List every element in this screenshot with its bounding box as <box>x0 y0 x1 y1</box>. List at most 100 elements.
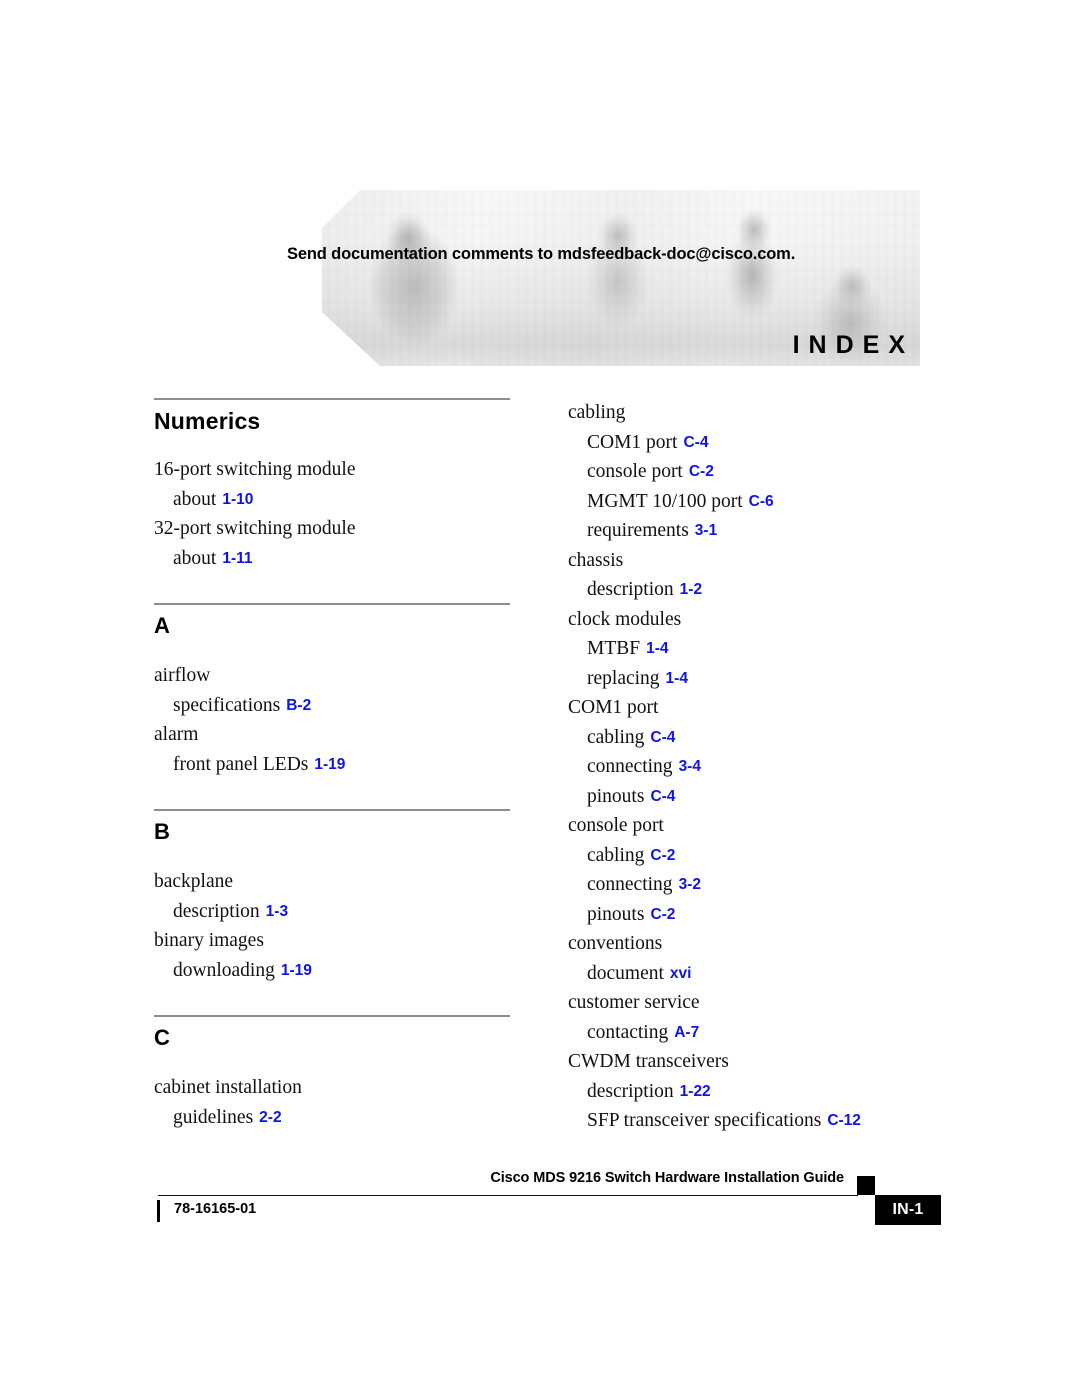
index-entry: chassis <box>568 546 924 576</box>
index-entry-label: cabling <box>587 726 645 748</box>
index-subentry: connecting 3-4 <box>568 752 924 782</box>
index-page-reference[interactable]: 1-2 <box>680 581 702 598</box>
index-page-reference[interactable]: 1-19 <box>314 756 345 773</box>
index-subentry: specifications B-2 <box>154 691 510 721</box>
index-page-reference[interactable]: C-4 <box>650 788 675 805</box>
index-page-reference[interactable]: 1-3 <box>266 903 288 920</box>
index-entry: clock modules <box>568 605 924 635</box>
index-entry: conventions <box>568 929 924 959</box>
index-page-reference[interactable]: C-4 <box>683 434 708 451</box>
index-entry-label: specifications <box>173 694 281 716</box>
index-entry-label: clock modules <box>568 608 682 630</box>
index-page-reference[interactable]: 1-4 <box>666 670 688 687</box>
section-heading: C <box>154 1025 171 1050</box>
index-entry: alarm <box>154 720 510 750</box>
index-page-reference[interactable]: xvi <box>670 965 692 982</box>
index-subentry: description 1-22 <box>568 1077 924 1107</box>
index-entry-label: connecting <box>587 874 673 895</box>
index-entry: CWDM transceivers <box>568 1047 924 1077</box>
index-entry-label: description <box>587 1080 674 1102</box>
index-entry-label: 16-port switching module <box>154 459 356 480</box>
index-entry-label: alarm <box>154 724 199 745</box>
footer-square-marker <box>857 1176 875 1195</box>
index-page-reference[interactable]: 1-10 <box>222 491 253 508</box>
index-subentry: connecting 3-2 <box>568 870 924 900</box>
index-page-reference[interactable]: 3-1 <box>695 522 717 539</box>
index-page-reference[interactable]: B-2 <box>286 697 311 714</box>
section-heading: B <box>154 819 171 844</box>
index-subentry: replacing 1-4 <box>568 664 924 694</box>
footer-divider <box>158 1195 858 1196</box>
index-entry-label: backplane <box>154 871 234 892</box>
index-subentry: cabling C-4 <box>568 723 924 753</box>
index-subentry: SFP transceiver specifications C-12 <box>568 1106 924 1136</box>
index-subentry: MTBF 1-4 <box>568 634 924 664</box>
index-page-reference[interactable]: 1-11 <box>222 550 252 567</box>
page-footer: Cisco MDS 9216 Switch Hardware Installat… <box>0 1170 1080 1240</box>
index-entry-label: MGMT 10/100 port <box>587 490 743 512</box>
index-entry-label: chassis <box>568 549 624 571</box>
index-entry-label: contacting <box>587 1021 669 1043</box>
index-entry-label: cabinet installation <box>154 1077 302 1098</box>
page-header-banner: Send documentation comments to mdsfeedba… <box>287 190 920 366</box>
index-entry-label: description <box>587 579 674 600</box>
index-entry: backplane <box>154 867 510 897</box>
index-page-reference[interactable]: A-7 <box>674 1024 699 1041</box>
footer-document-number: 78-16165-01 <box>174 1201 257 1217</box>
section-divider <box>154 809 510 811</box>
index-entry: binary images <box>154 926 510 956</box>
index-entry-label: 32-port switching module <box>154 518 356 539</box>
index-subentry: downloading 1-19 <box>154 956 510 986</box>
index-entry-label: SFP transceiver specifications <box>587 1110 822 1131</box>
index-subentry: front panel LEDs 1-19 <box>154 750 510 780</box>
index-section: Ccabinet installation guidelines 2-2 <box>154 1015 510 1132</box>
index-entry-label: requirements <box>587 520 689 541</box>
index-page-reference[interactable]: C-6 <box>749 493 774 510</box>
index-entry-label: about <box>173 488 217 510</box>
index-entry: COM1 port <box>568 693 924 723</box>
index-entry-label: COM1 port <box>587 431 678 453</box>
index-section: Aairflow specifications B-2 alarm front pane… <box>154 603 510 779</box>
index-right-column: cabling COM1 port C-4 console port C-2 MGMT 1… <box>568 398 924 1136</box>
index-entry-label: document <box>587 962 664 984</box>
index-entry-label: downloading <box>173 959 275 981</box>
index-entry: 16-port switching module <box>154 455 510 485</box>
index-entry-label: COM1 port <box>568 697 659 718</box>
index-page-reference[interactable]: 3-4 <box>679 758 701 775</box>
index-page-reference[interactable]: C-12 <box>827 1112 861 1129</box>
index-section: cabling COM1 port C-4 console port C-2 MGMT 1… <box>568 398 924 1136</box>
index-page-reference[interactable]: C-2 <box>650 906 675 923</box>
index-subentry: console port C-2 <box>568 457 924 487</box>
index-section: Bbackplane description 1-3 binary images dow… <box>154 809 510 985</box>
index-entry-label: binary images <box>154 930 264 951</box>
index-entry-label: cabling <box>568 402 626 423</box>
index-entry: customer service <box>568 988 924 1018</box>
index-entry-label: replacing <box>587 667 660 689</box>
index-entry-label: console port <box>568 815 664 836</box>
index-entry-label: airflow <box>154 665 211 686</box>
index-entry: 32-port switching module <box>154 514 510 544</box>
index-entry-label: CWDM transceivers <box>568 1051 729 1072</box>
section-heading: A <box>154 613 171 638</box>
index-entry-label: connecting <box>587 756 673 777</box>
index-left-column: Numerics 16-port switching module about 1-1… <box>154 398 510 1162</box>
index-entry: cabling <box>568 398 924 428</box>
index-page-reference[interactable]: 3-2 <box>679 876 701 893</box>
index-subentry: description 1-2 <box>568 575 924 605</box>
index-subentry: COM1 port C-4 <box>568 428 924 458</box>
index-page-reference[interactable]: 1-4 <box>646 640 668 657</box>
footer-page-number: IN-1 <box>875 1195 941 1225</box>
footer-guide-title: Cisco MDS 9216 Switch Hardware Installat… <box>490 1170 844 1186</box>
index-page-reference[interactable]: 1-22 <box>680 1083 711 1100</box>
index-entry-label: description <box>173 900 260 922</box>
index-page-reference[interactable]: 2-2 <box>259 1109 281 1126</box>
index-page-reference[interactable]: C-2 <box>689 463 714 480</box>
index-entry-label: guidelines <box>173 1106 254 1128</box>
index-page-reference[interactable]: C-4 <box>650 729 675 746</box>
index-page-reference[interactable]: C-2 <box>650 847 675 864</box>
index-page-reference[interactable]: 1-19 <box>281 962 312 979</box>
index-entry: airflow <box>154 661 510 691</box>
index-subentry: description 1-3 <box>154 897 510 927</box>
index-title: INDEX <box>792 331 914 359</box>
section-divider <box>154 603 510 605</box>
